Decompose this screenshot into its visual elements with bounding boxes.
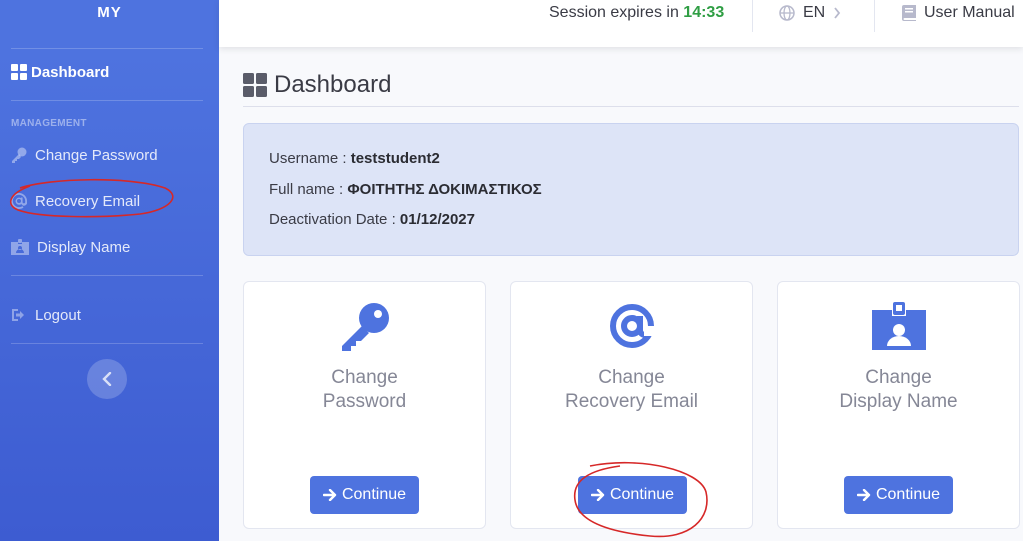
topbar-divider bbox=[752, 0, 753, 32]
username-value: teststudent2 bbox=[350, 150, 440, 167]
id-badge-icon bbox=[11, 239, 29, 255]
user-manual-label: User Manual bbox=[924, 4, 1015, 21]
globe-icon bbox=[779, 5, 795, 21]
dashboard-icon bbox=[243, 73, 267, 97]
sidebar-section-heading: MANAGEMENT bbox=[11, 118, 87, 129]
sidebar-item-change-password[interactable]: Change Password bbox=[11, 140, 158, 170]
deactivation-label: Deactivation Date : bbox=[269, 211, 396, 228]
page-title-divider bbox=[243, 106, 1019, 107]
arrow-right-icon bbox=[590, 489, 605, 501]
sidebar-item-label: Dashboard bbox=[31, 63, 110, 81]
sidebar-brand[interactable]: MY bbox=[0, 4, 219, 21]
sidebar: MY Dashboard MANAGEMENT Change Password … bbox=[0, 0, 219, 541]
fullname-label: Full name : bbox=[269, 181, 344, 198]
card-title-line: Recovery Email bbox=[564, 391, 699, 412]
username-label: Username : bbox=[269, 150, 347, 167]
card-title-line: Password bbox=[322, 391, 407, 412]
arrow-right-icon bbox=[322, 489, 337, 501]
deactivation-row: Deactivation Date : 01/12/2027 bbox=[269, 211, 475, 228]
button-label: Continue bbox=[609, 486, 675, 503]
account-info-panel: Username : teststudent2 Full name : ΦΟΙΤ… bbox=[243, 123, 1019, 256]
change-password-card: Change Password Continue bbox=[243, 281, 486, 529]
key-icon bbox=[341, 303, 389, 351]
language-label: EN bbox=[803, 4, 826, 21]
session-timer-text: Session expires in 14:33 bbox=[549, 4, 724, 22]
sidebar-divider bbox=[11, 100, 203, 101]
change-password-continue-button[interactable]: Continue bbox=[310, 476, 419, 514]
sidebar-item-label: Recovery Email bbox=[35, 192, 141, 210]
at-icon bbox=[609, 304, 654, 348]
sidebar-item-logout[interactable]: Logout bbox=[11, 300, 81, 330]
key-icon bbox=[12, 147, 27, 163]
sidebar-item-recovery-email[interactable]: Recovery Email bbox=[11, 186, 140, 216]
at-icon bbox=[11, 193, 27, 209]
sidebar-item-display-name[interactable]: Display Name bbox=[11, 232, 130, 262]
sidebar-item-label: Change Password bbox=[35, 146, 158, 164]
button-label: Continue bbox=[875, 486, 941, 503]
arrow-right-icon bbox=[856, 489, 871, 501]
sidebar-divider bbox=[11, 343, 203, 344]
chevron-left-icon bbox=[102, 372, 112, 386]
language-selector[interactable]: EN bbox=[779, 4, 849, 22]
button-label: Continue bbox=[341, 486, 407, 503]
topbar-divider bbox=[874, 0, 875, 32]
logout-icon bbox=[12, 309, 24, 321]
sidebar-item-label: Logout bbox=[35, 306, 81, 324]
card-title: Change Display Name bbox=[778, 366, 1019, 414]
sidebar-divider bbox=[11, 48, 203, 49]
deactivation-value: 01/12/2027 bbox=[399, 211, 475, 228]
book-icon bbox=[902, 5, 916, 21]
fullname-row: Full name : ΦΟΙΤΗΤΗΣ ΔΟΚΙΜΑΣΤΙΚΟΣ bbox=[269, 181, 542, 198]
sidebar-divider bbox=[11, 275, 203, 276]
recovery-email-card: Change Recovery Email Continue bbox=[510, 281, 753, 529]
card-title-line: Change bbox=[865, 367, 932, 388]
card-title-line: Display Name bbox=[839, 391, 958, 412]
card-title-line: Change bbox=[598, 367, 665, 388]
chevron-right-icon bbox=[834, 7, 841, 19]
card-title: Change Password bbox=[244, 366, 485, 414]
sidebar-item-label: Display Name bbox=[37, 238, 131, 256]
topbar: Session expires in 14:33 EN User Manual bbox=[219, 0, 1023, 47]
page-title: Dashboard bbox=[243, 71, 391, 99]
card-title: Change Recovery Email bbox=[511, 366, 752, 414]
display-name-continue-button[interactable]: Continue bbox=[844, 476, 953, 514]
session-timer: 14:33 bbox=[683, 4, 725, 21]
session-prefix: Session expires in bbox=[549, 4, 679, 21]
sidebar-toggle-button[interactable] bbox=[87, 359, 127, 399]
dashboard-icon bbox=[11, 64, 27, 80]
id-badge-icon bbox=[871, 302, 926, 350]
page-title-text: Dashboard bbox=[274, 71, 392, 98]
username-row: Username : teststudent2 bbox=[269, 150, 440, 167]
display-name-card: Change Display Name Continue bbox=[777, 281, 1020, 529]
user-manual-link[interactable]: User Manual bbox=[902, 4, 1015, 22]
fullname-value: ΦΟΙΤΗΤΗΣ ΔΟΚΙΜΑΣΤΙΚΟΣ bbox=[347, 181, 542, 198]
sidebar-item-dashboard[interactable]: Dashboard bbox=[11, 57, 109, 87]
recovery-email-continue-button[interactable]: Continue bbox=[578, 476, 687, 514]
card-title-line: Change bbox=[331, 367, 398, 388]
